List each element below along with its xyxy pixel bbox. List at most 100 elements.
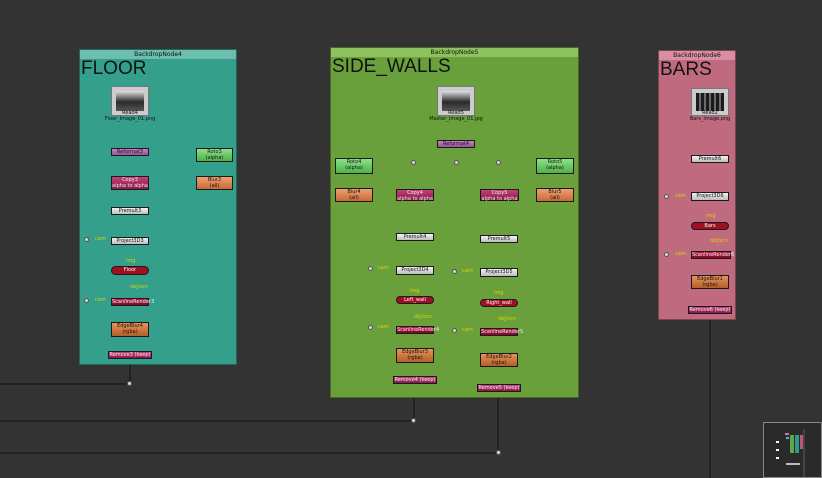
minimap-node [776, 449, 779, 451]
minimap-node [786, 463, 800, 465]
blur-sub: (all) [349, 195, 359, 201]
pipe-dot[interactable] [454, 160, 459, 165]
card-node[interactable]: Floor [111, 266, 149, 275]
obj-scn-label: obj/scn [498, 316, 516, 322]
scanline-render-node-left[interactable]: ScanlineRender4 [396, 326, 439, 334]
pipe-dot[interactable] [452, 269, 457, 274]
copy-node[interactable]: Copy3 alpha to alpha [111, 176, 149, 190]
blur-node[interactable]: Blur3 (all) [196, 176, 233, 190]
blur-sub: (all) [209, 183, 220, 189]
project3d-node-right[interactable]: Project3D5 [480, 268, 518, 277]
pipe-dot[interactable] [452, 328, 457, 333]
read-node-bars-label: Read2 Bars_Image.png [680, 110, 740, 122]
scanline-render-node[interactable]: ScanlineRender3 [111, 298, 154, 306]
read-file: Bars_Image.png [689, 116, 731, 122]
remove-node-right[interactable]: Remove5 (keep) [477, 384, 521, 392]
edgeblur-node-left[interactable]: EdgeBlur3 (rgba) [396, 348, 434, 363]
copy-node-right[interactable]: Copy5 alpha to alpha [480, 189, 519, 202]
pipe-dot[interactable] [84, 237, 89, 242]
copy-node-left[interactable]: Copy4 alpha to alpha [396, 189, 434, 202]
edgeblur-sub: (rgba) [702, 282, 718, 288]
backdrop-label: BARS [660, 59, 712, 80]
backdrop-label: FLOOR [81, 58, 147, 79]
image-thumbnail-icon [116, 91, 144, 111]
minimap-node [795, 435, 799, 453]
roto-node[interactable]: Roto3 (alpha) [196, 148, 233, 162]
project3d-node[interactable]: Project3D6 [691, 192, 729, 201]
edgeblur-node-right[interactable]: EdgeBlur2 (rgba) [480, 353, 518, 367]
roto-node-right[interactable]: Roto5 (alpha) [536, 158, 574, 174]
card-node-right[interactable]: Right_wall [480, 299, 518, 307]
project3d-node-left[interactable]: Project3D4 [396, 266, 434, 275]
backdrop-floor[interactable]: BackdropNode4 FLOOR [79, 49, 237, 365]
cam-input-label: cam [95, 236, 106, 242]
pipe-dot[interactable] [411, 160, 416, 165]
edgeblur-node[interactable]: EdgeBlur4 (rgba) [111, 322, 149, 337]
edgeblur-sub: (rgba) [491, 360, 507, 366]
pipe-dot[interactable] [496, 160, 501, 165]
cam-input-label: cam [378, 265, 389, 271]
read-file: Floor_Image_01.png [104, 116, 156, 122]
minimap-viewport-edge [803, 429, 805, 477]
img-input-label: img [706, 213, 716, 219]
pipe-dot[interactable] [368, 266, 373, 271]
img-input-label: img [410, 288, 420, 294]
edgeblur-sub: (rgba) [407, 355, 423, 361]
roto-node-left[interactable]: Roto4 (alpha) [335, 158, 373, 174]
read-file: Master_Image_01.jpg [429, 116, 483, 122]
roto-sub: (alpha) [345, 165, 363, 171]
node-graph-canvas[interactable]: BackdropNode4 FLOOR Read4 Floor_Image_01… [0, 0, 822, 478]
read-node-walls-label: Read5 Master_Image_01.jpg [420, 110, 492, 122]
blur-node-left[interactable]: Blur4 (all) [335, 188, 373, 202]
read-node-floor-label: Read4 Floor_Image_01.png [96, 110, 164, 122]
pipe-dot[interactable] [411, 418, 416, 423]
minimap-node [785, 433, 789, 435]
scanline-render-node[interactable]: ScanlineRender6 [691, 251, 734, 259]
edgeblur-node[interactable]: EdgeBlur1 (rgba) [691, 275, 729, 289]
minimap-node [776, 457, 779, 459]
card-node[interactable]: Bars [691, 222, 729, 230]
pipe-dot[interactable] [664, 194, 669, 199]
premult-node-left[interactable]: Premult4 [396, 233, 434, 241]
scanline-render-node-right[interactable]: ScanlineRender5 [480, 328, 523, 336]
roto-sub: (alpha) [546, 165, 564, 171]
blur-sub: (all) [550, 195, 560, 201]
pipe-dot[interactable] [496, 450, 501, 455]
navigator-minimap[interactable] [763, 422, 822, 478]
edgeblur-sub: (rgba) [122, 329, 138, 335]
roto-sub: (alpha) [205, 155, 224, 161]
cam-input-label: cam [95, 297, 106, 303]
copy-sub: alpha to alpha [112, 183, 148, 189]
premult-node[interactable]: Premult3 [111, 207, 149, 215]
pipe-dot[interactable] [368, 325, 373, 330]
minimap-node [790, 435, 794, 453]
remove-node-left[interactable]: Remove4 (keep) [393, 376, 437, 384]
copy-sub: alpha to alpha [481, 196, 518, 202]
reformat-node[interactable]: Reformat4 [437, 140, 475, 148]
image-thumbnail-icon [442, 91, 470, 111]
pipe-dot[interactable] [84, 298, 89, 303]
backdrop-label: SIDE_WALLS [332, 56, 451, 77]
pipe-dot[interactable] [127, 381, 132, 386]
pipe-dot[interactable] [664, 252, 669, 257]
card-node-left[interactable]: Left_wall [396, 296, 434, 304]
copy-sub: alpha to alpha [397, 196, 433, 202]
cam-input-label: cam [675, 251, 686, 257]
img-input-label: img [126, 258, 136, 264]
img-input-label: img [494, 290, 504, 296]
remove-node[interactable]: Remove3 (keep) [108, 351, 152, 359]
cam-input-label: cam [378, 324, 389, 330]
remove-node[interactable]: Remove6 (keep) [688, 306, 732, 314]
cam-input-label: cam [462, 327, 473, 333]
minimap-node [786, 437, 789, 439]
project3d-node[interactable]: Project3D3 [111, 237, 149, 245]
obj-scn-label: obj/scn [130, 284, 148, 290]
premult-node-right[interactable]: Premult5 [480, 235, 518, 243]
cam-input-label: cam [462, 268, 473, 274]
blur-node-right[interactable]: Blur5 (all) [536, 188, 574, 202]
premult-node[interactable]: Premult6 [691, 155, 729, 163]
reformat-node[interactable]: Reformat3 [111, 148, 149, 156]
obj-scn-label: obj/scn [414, 314, 432, 320]
obj-scn-label: obj/scn [710, 238, 728, 244]
image-thumbnail-icon [696, 93, 724, 111]
